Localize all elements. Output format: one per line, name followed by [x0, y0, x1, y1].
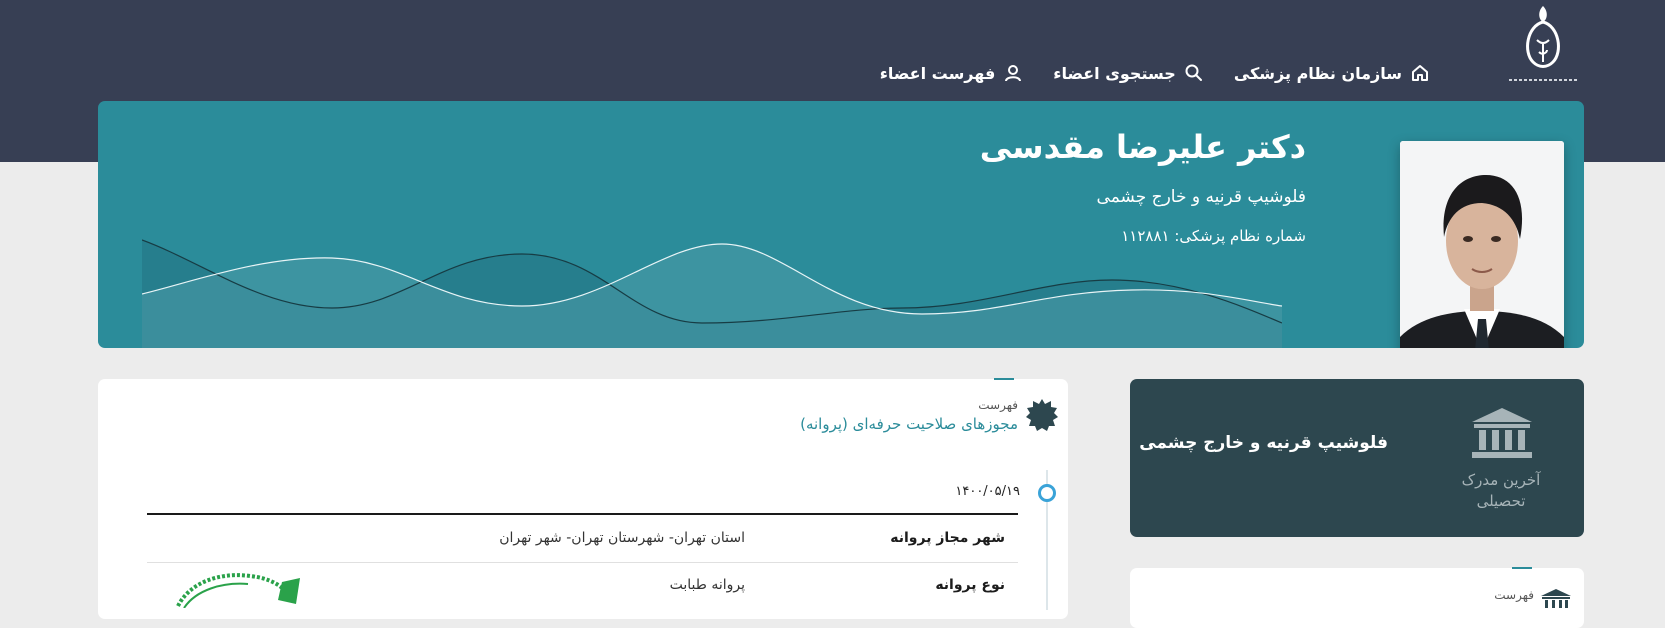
- nav-search-members-label: جستجوی اعضاء: [1053, 63, 1176, 83]
- table-header-divider: [147, 513, 1018, 515]
- doctor-name: دکتر علیرضا مقدسی: [979, 128, 1306, 166]
- education-card: آخرین مدرک تحصیلی فلوشیپ قرنیه و خارج چش…: [1130, 379, 1584, 537]
- education-label: آخرین مدرک تحصیلی: [1461, 471, 1541, 510]
- card-accent-tick: [994, 378, 1014, 380]
- secondary-card-accent-tick: [1512, 567, 1532, 569]
- secondary-card-subtitle: فهرست: [1494, 588, 1534, 602]
- nav-member-list[interactable]: فهرست اعضاء: [880, 63, 1024, 83]
- wave-decoration: [142, 239, 1282, 348]
- badge-icon: [1025, 398, 1059, 432]
- green-stamp-image: [170, 568, 305, 608]
- nav-member-list-label: فهرست اعضاء: [879, 63, 996, 83]
- profile-banner: دکتر علیرضا مقدسی فلوشیپ قرنیه و خارج چش…: [98, 101, 1584, 348]
- search-icon: [1185, 64, 1202, 81]
- license-date: ۱۴۰۰/۰۵/۱۹: [955, 484, 1020, 499]
- home-icon: [1412, 65, 1428, 81]
- medical-council-logo[interactable]: [1503, 0, 1585, 88]
- timeline-dot: [1038, 484, 1056, 502]
- licenses-section-subtitle: فهرست: [978, 398, 1018, 412]
- row-label-license-type: نوع پروانه: [935, 577, 1005, 593]
- row-value-license-type: پروانه طبابت: [669, 577, 745, 593]
- user-icon: [1005, 65, 1022, 82]
- profile-photo: [1400, 141, 1564, 348]
- nav-search-members[interactable]: جستجوی اعضاء: [1053, 63, 1204, 83]
- license-number: شماره نظام پزشکی: ۱۱۲۸۸۱: [1121, 227, 1306, 245]
- doctor-specialty: فلوشیپ قرنیه و خارج چشمی: [1096, 187, 1306, 207]
- row-value-license-city: استان تهران- شهرستان تهران- شهر تهران: [499, 530, 745, 546]
- nav-medical-council[interactable]: سازمان نظام پزشکی: [1234, 63, 1430, 83]
- institution-icon: [1541, 589, 1571, 608]
- licenses-section-title: مجوزهای صلاحیت حرفه‌ای (پروانه): [800, 415, 1018, 433]
- nav-medical-council-label: سازمان نظام پزشکی: [1233, 63, 1402, 83]
- row-label-license-city: شهر مجاز پروانه: [890, 530, 1005, 546]
- row-divider: [147, 562, 1018, 563]
- institution-icon: [1472, 408, 1532, 458]
- main-nav: سازمان نظام پزشکی جستجوی اعضاء فهرست اعض…: [880, 63, 1430, 83]
- education-value: فلوشیپ قرنیه و خارج چشمی: [1139, 433, 1388, 453]
